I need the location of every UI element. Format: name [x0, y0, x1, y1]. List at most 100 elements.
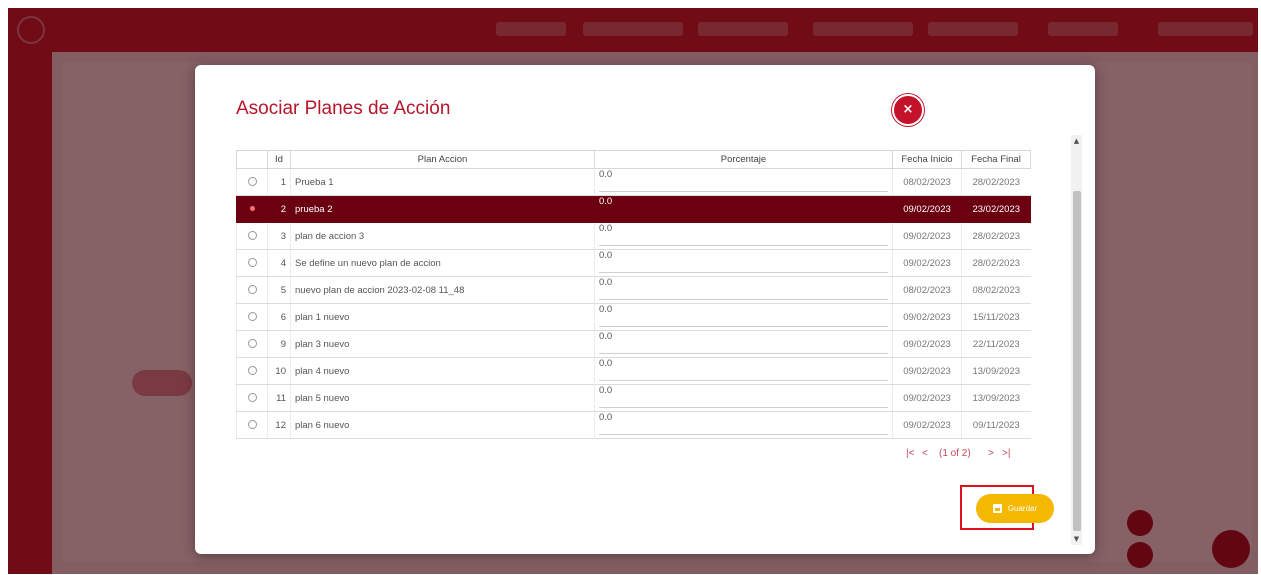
- header-plan-accion[interactable]: Plan Accion: [290, 150, 595, 169]
- save-button[interactable]: Guardar: [976, 494, 1054, 523]
- row-porcentaje-field[interactable]: 0.0: [594, 330, 893, 358]
- header-select: [236, 150, 268, 169]
- last-page-button[interactable]: >|: [1002, 448, 1010, 459]
- row-end-date: 15/11/2023: [961, 303, 1031, 331]
- row-start-date: 09/02/2023: [892, 357, 962, 385]
- row-start-date: 09/02/2023: [892, 384, 962, 412]
- table-row[interactable]: 4 Se define un nuevo plan de accion 0.0 …: [236, 249, 1031, 277]
- row-porcentaje-field[interactable]: 0.0: [594, 168, 893, 196]
- row-porcentaje-field[interactable]: 0.0: [594, 249, 893, 277]
- radio-icon[interactable]: [247, 258, 257, 268]
- radio-icon[interactable]: [247, 393, 257, 403]
- row-start-date: 08/02/2023: [892, 276, 962, 304]
- first-page-button[interactable]: |<: [906, 448, 914, 459]
- row-porcentaje-field[interactable]: 0.0: [594, 357, 893, 385]
- radio-selected-icon[interactable]: [249, 206, 255, 212]
- row-porcentaje-field[interactable]: 0.0: [594, 411, 893, 439]
- row-porcentaje-value[interactable]: 0.0: [599, 169, 612, 180]
- row-id: 12: [267, 411, 291, 439]
- row-end-date: 23/02/2023: [961, 195, 1031, 223]
- row-porcentaje-field[interactable]: 0.0: [594, 384, 893, 412]
- row-porcentaje-value[interactable]: 0.0: [599, 385, 612, 396]
- row-radio[interactable]: [236, 276, 268, 304]
- row-end-date: 09/11/2023: [961, 411, 1031, 439]
- next-page-button[interactable]: >: [988, 448, 994, 459]
- table-row[interactable]: 1 Prueba 1 0.0 08/02/2023 28/02/2023: [236, 168, 1031, 196]
- row-porcentaje-value[interactable]: 0.0: [599, 223, 612, 234]
- radio-icon[interactable]: [247, 231, 257, 241]
- scroll-down-arrow-icon[interactable]: ▼: [1071, 533, 1082, 545]
- row-end-date: 28/02/2023: [961, 249, 1031, 277]
- row-porcentaje-value[interactable]: 0.0: [599, 358, 612, 369]
- header-id[interactable]: Id: [267, 150, 291, 169]
- row-plan: Se define un nuevo plan de accion: [290, 249, 595, 277]
- row-start-date: 09/02/2023: [892, 222, 962, 250]
- prev-page-button[interactable]: <: [922, 448, 928, 459]
- table-row[interactable]: 6 plan 1 nuevo 0.0 09/02/2023 15/11/2023: [236, 303, 1031, 331]
- header-fecha-final[interactable]: Fecha Final: [961, 150, 1031, 169]
- row-plan: plan 5 nuevo: [290, 384, 595, 412]
- radio-icon[interactable]: [247, 420, 257, 430]
- table-row[interactable]: 12 plan 6 nuevo 0.0 09/02/2023 09/11/202…: [236, 411, 1031, 439]
- row-plan: plan 6 nuevo: [290, 411, 595, 439]
- row-id: 3: [267, 222, 291, 250]
- row-porcentaje-value[interactable]: 0.0: [599, 277, 612, 288]
- row-end-date: 13/09/2023: [961, 384, 1031, 412]
- table-row-selected[interactable]: 2 prueba 2 0.0 09/02/2023 23/02/2023: [236, 195, 1031, 223]
- table-header-row: Id Plan Accion Porcentaje Fecha Inicio F…: [236, 150, 1031, 169]
- row-radio[interactable]: [236, 249, 268, 277]
- row-porcentaje-field[interactable]: 0.0: [594, 303, 893, 331]
- close-modal-button[interactable]: ×: [892, 94, 924, 126]
- header-porcentaje[interactable]: Porcentaje: [594, 150, 893, 169]
- row-id: 6: [267, 303, 291, 331]
- table-row[interactable]: 10 plan 4 nuevo 0.0 09/02/2023 13/09/202…: [236, 357, 1031, 385]
- row-radio[interactable]: [236, 195, 268, 223]
- scroll-up-arrow-icon[interactable]: ▲: [1071, 135, 1082, 147]
- row-porcentaje-value[interactable]: 0.0: [599, 331, 612, 342]
- row-radio[interactable]: [236, 222, 268, 250]
- row-end-date: 13/09/2023: [961, 357, 1031, 385]
- row-id: 11: [267, 384, 291, 412]
- row-plan: plan 1 nuevo: [290, 303, 595, 331]
- action-plans-table: Id Plan Accion Porcentaje Fecha Inicio F…: [236, 150, 1031, 439]
- modal-scrollbar[interactable]: ▲ ▼: [1071, 135, 1082, 545]
- radio-icon[interactable]: [247, 312, 257, 322]
- row-end-date: 08/02/2023: [961, 276, 1031, 304]
- row-porcentaje-value[interactable]: 0.0: [599, 304, 612, 315]
- row-radio[interactable]: [236, 303, 268, 331]
- row-radio[interactable]: [236, 411, 268, 439]
- row-porcentaje-field[interactable]: 0.0: [594, 222, 893, 250]
- row-porcentaje-value[interactable]: 0.0: [599, 250, 612, 261]
- radio-icon[interactable]: [247, 177, 257, 187]
- radio-icon[interactable]: [247, 366, 257, 376]
- table-row[interactable]: 9 plan 3 nuevo 0.0 09/02/2023 22/11/2023: [236, 330, 1031, 358]
- row-plan: plan de accion 3: [290, 222, 595, 250]
- row-id: 9: [267, 330, 291, 358]
- row-porcentaje-field[interactable]: 0.0: [594, 195, 893, 223]
- row-radio[interactable]: [236, 357, 268, 385]
- row-plan: Prueba 1: [290, 168, 595, 196]
- row-porcentaje-value[interactable]: 0.0: [599, 412, 612, 423]
- table-row[interactable]: 3 plan de accion 3 0.0 09/02/2023 28/02/…: [236, 222, 1031, 250]
- table-row[interactable]: 5 nuevo plan de accion 2023-02-08 11_48 …: [236, 276, 1031, 304]
- row-end-date: 28/02/2023: [961, 222, 1031, 250]
- table-row[interactable]: 11 plan 5 nuevo 0.0 09/02/2023 13/09/202…: [236, 384, 1031, 412]
- row-start-date: 09/02/2023: [892, 303, 962, 331]
- row-end-date: 22/11/2023: [961, 330, 1031, 358]
- radio-icon[interactable]: [247, 285, 257, 295]
- row-start-date: 09/02/2023: [892, 195, 962, 223]
- row-id: 10: [267, 357, 291, 385]
- radio-icon[interactable]: [247, 339, 257, 349]
- row-porcentaje-field[interactable]: 0.0: [594, 276, 893, 304]
- row-end-date: 28/02/2023: [961, 168, 1031, 196]
- row-radio[interactable]: [236, 330, 268, 358]
- scroll-thumb[interactable]: [1073, 191, 1081, 531]
- header-fecha-inicio[interactable]: Fecha Inicio: [892, 150, 962, 169]
- row-porcentaje-value[interactable]: 0.0: [599, 196, 612, 207]
- row-radio[interactable]: [236, 384, 268, 412]
- row-plan: prueba 2: [290, 195, 595, 223]
- row-radio[interactable]: [236, 168, 268, 196]
- associate-plans-modal: Asociar Planes de Acción Id Plan Accion …: [195, 65, 1095, 554]
- row-plan: nuevo plan de accion 2023-02-08 11_48: [290, 276, 595, 304]
- row-plan: plan 3 nuevo: [290, 330, 595, 358]
